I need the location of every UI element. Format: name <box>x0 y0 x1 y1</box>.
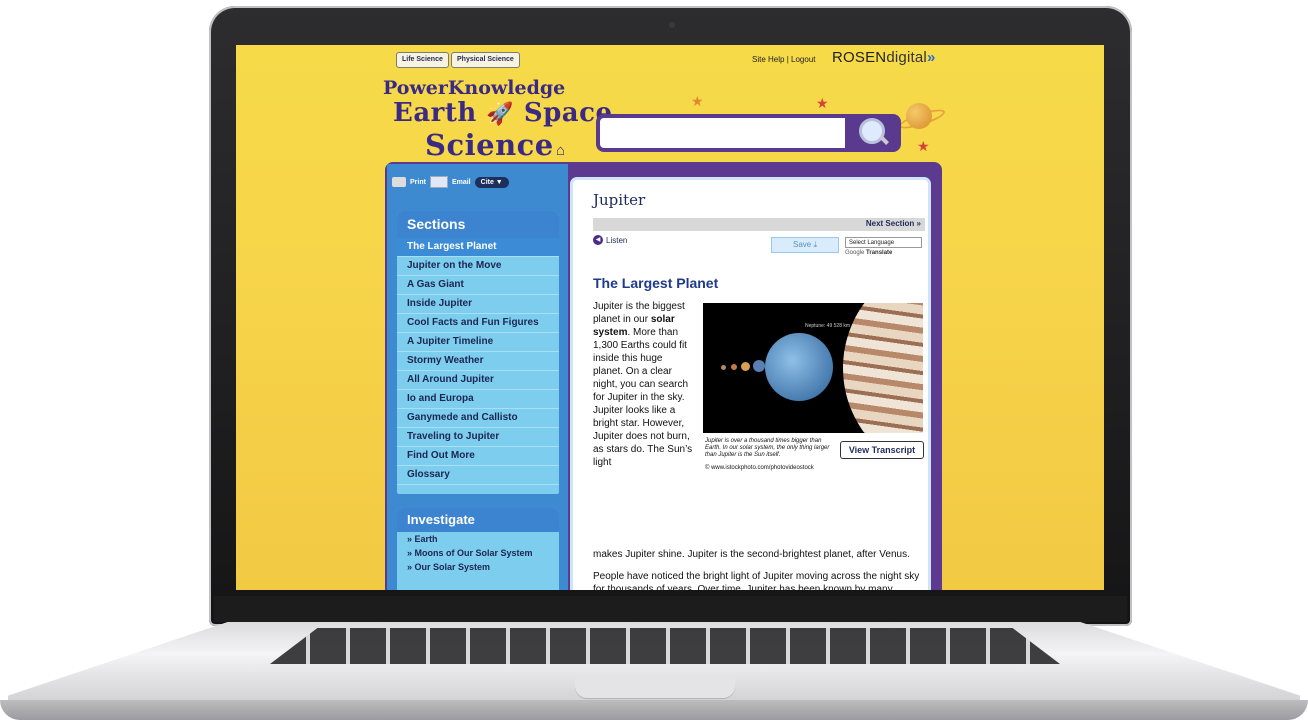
section-item-io-europa[interactable]: Io and Europa <box>397 390 559 409</box>
section-item-stormy-weather[interactable]: Stormy Weather <box>397 352 559 371</box>
logout-link[interactable]: Logout <box>791 55 815 64</box>
search-input[interactable] <box>596 114 846 152</box>
section-item-find-out-more[interactable]: Find Out More <box>397 447 559 466</box>
select-language-dropdown[interactable]: Select Language <box>845 237 922 248</box>
printer-icon[interactable] <box>392 177 406 187</box>
star-icon: ★ <box>816 95 829 111</box>
investigate-heading: Investigate <box>397 508 559 532</box>
listen-button[interactable]: ◀ Listen <box>593 235 627 245</box>
laptop-hinge <box>214 596 1127 622</box>
star-icon: ★ <box>917 138 930 154</box>
mercury-graphic <box>721 365 726 370</box>
search-button[interactable] <box>845 114 901 152</box>
cite-button[interactable]: Cite ▼ <box>474 176 509 188</box>
email-link[interactable]: Email <box>452 179 471 186</box>
section-item-inside-jupiter[interactable]: Inside Jupiter <box>397 295 559 314</box>
logo-powerknowledge[interactable]: PowerKnowledge <box>383 77 565 99</box>
earth-graphic <box>753 360 765 372</box>
para1-text-b: . More than 1,300 Earths could fit insid… <box>593 327 693 468</box>
article-content: Jupiter Next Section » ◀ Listen Save ⤓ S… <box>573 180 928 590</box>
jupiter-graphic <box>843 303 923 433</box>
image-label: Neptune: 49 528 km <box>805 323 851 329</box>
top-links: Site Help | Logout <box>752 55 815 64</box>
rosen-word: ROSEN <box>832 49 887 66</box>
next-section-link[interactable]: Next Section » <box>866 219 921 228</box>
sections-panel: Sections The Largest Planet Jupiter on t… <box>397 211 559 494</box>
investigate-link-moons[interactable]: » Moons of Our Solar System <box>397 546 559 560</box>
keyboard <box>270 628 1060 664</box>
section-nav-bar: Next Section » <box>593 218 925 231</box>
toolbar: Print Email Cite ▼ <box>392 176 509 188</box>
life-science-button[interactable]: Life Science <box>396 52 449 68</box>
listen-label: Listen <box>606 235 628 245</box>
google-translate-label: Google Translate <box>845 250 892 256</box>
camera-icon <box>669 22 675 28</box>
save-button[interactable]: Save ⤓ <box>771 237 839 253</box>
investigate-link-solar-system[interactable]: » Our Solar System <box>397 560 559 574</box>
page-title: Jupiter <box>593 191 646 209</box>
image-caption: Jupiter is over a thousand times bigger … <box>705 438 830 458</box>
screen: Life Science Physical Science Site Help … <box>236 45 1104 590</box>
section-item-largest-planet[interactable]: The Largest Planet <box>397 238 559 257</box>
speaker-icon: ◀ <box>593 235 603 245</box>
view-transcript-button[interactable]: View Transcript <box>840 441 924 459</box>
rosen-digital-logo[interactable]: ROSENdigital» <box>832 49 935 66</box>
site-help-link[interactable]: Site Help <box>752 55 784 64</box>
translate-word: Translate <box>866 250 893 256</box>
section-item-traveling[interactable]: Traveling to Jupiter <box>397 428 559 447</box>
google-word: Google <box>845 250 865 256</box>
section-item-glossary[interactable]: Glossary <box>397 466 559 485</box>
planet-icon <box>906 103 932 129</box>
section-item-all-around-jupiter[interactable]: All Around Jupiter <box>397 371 559 390</box>
planet-size-image[interactable]: Neptune: 49 528 km <box>703 303 923 433</box>
section-item-timeline[interactable]: A Jupiter Timeline <box>397 333 559 352</box>
physical-science-button[interactable]: Physical Science <box>451 52 520 68</box>
digital-word: digital <box>886 49 927 66</box>
section-item-jupiter-on-the-move[interactable]: Jupiter on the Move <box>397 257 559 276</box>
download-icon: ⤓ <box>813 240 817 249</box>
sections-heading: Sections <box>397 211 559 238</box>
logo-science[interactable]: Science <box>425 128 554 162</box>
section-item-ganymede-callisto[interactable]: Ganymede and Callisto <box>397 409 559 428</box>
home-icon[interactable]: ⌂ <box>556 142 565 159</box>
save-label: Save <box>792 240 812 249</box>
star-icon: ★ <box>691 93 704 109</box>
investigate-link-earth[interactable]: » Earth <box>397 532 559 546</box>
image-credit: © www.istockphoto.com/photovideostock <box>705 465 814 471</box>
chevrons-icon: » <box>926 49 936 66</box>
print-link[interactable]: Print <box>410 179 426 186</box>
article-heading: The Largest Planet <box>593 275 719 291</box>
article-paragraph-2: People have noticed the bright light of … <box>593 571 920 590</box>
rocket-icon: 🚀 <box>486 101 515 127</box>
article-paragraph-1: Jupiter is the biggest planet in our sol… <box>593 300 693 469</box>
section-item-gas-giant[interactable]: A Gas Giant <box>397 276 559 295</box>
article-paragraph-1-end: makes Jupiter shine. Jupiter is the seco… <box>593 549 910 560</box>
neptune-graphic <box>765 333 833 401</box>
venus-graphic <box>741 362 750 371</box>
logo-earth-word: Earth <box>393 98 477 128</box>
investigate-panel: Investigate » Earth » Moons of Our Solar… <box>397 508 559 590</box>
magnifier-handle <box>879 135 889 145</box>
section-item-cool-facts[interactable]: Cool Facts and Fun Figures <box>397 314 559 333</box>
laptop-base-edge <box>0 700 1308 720</box>
separator: | <box>786 55 789 64</box>
email-icon[interactable] <box>429 176 448 188</box>
trackpad <box>575 676 735 698</box>
mars-graphic <box>731 364 737 370</box>
logo-earth-space[interactable]: Earth 🚀 Space <box>393 98 613 128</box>
